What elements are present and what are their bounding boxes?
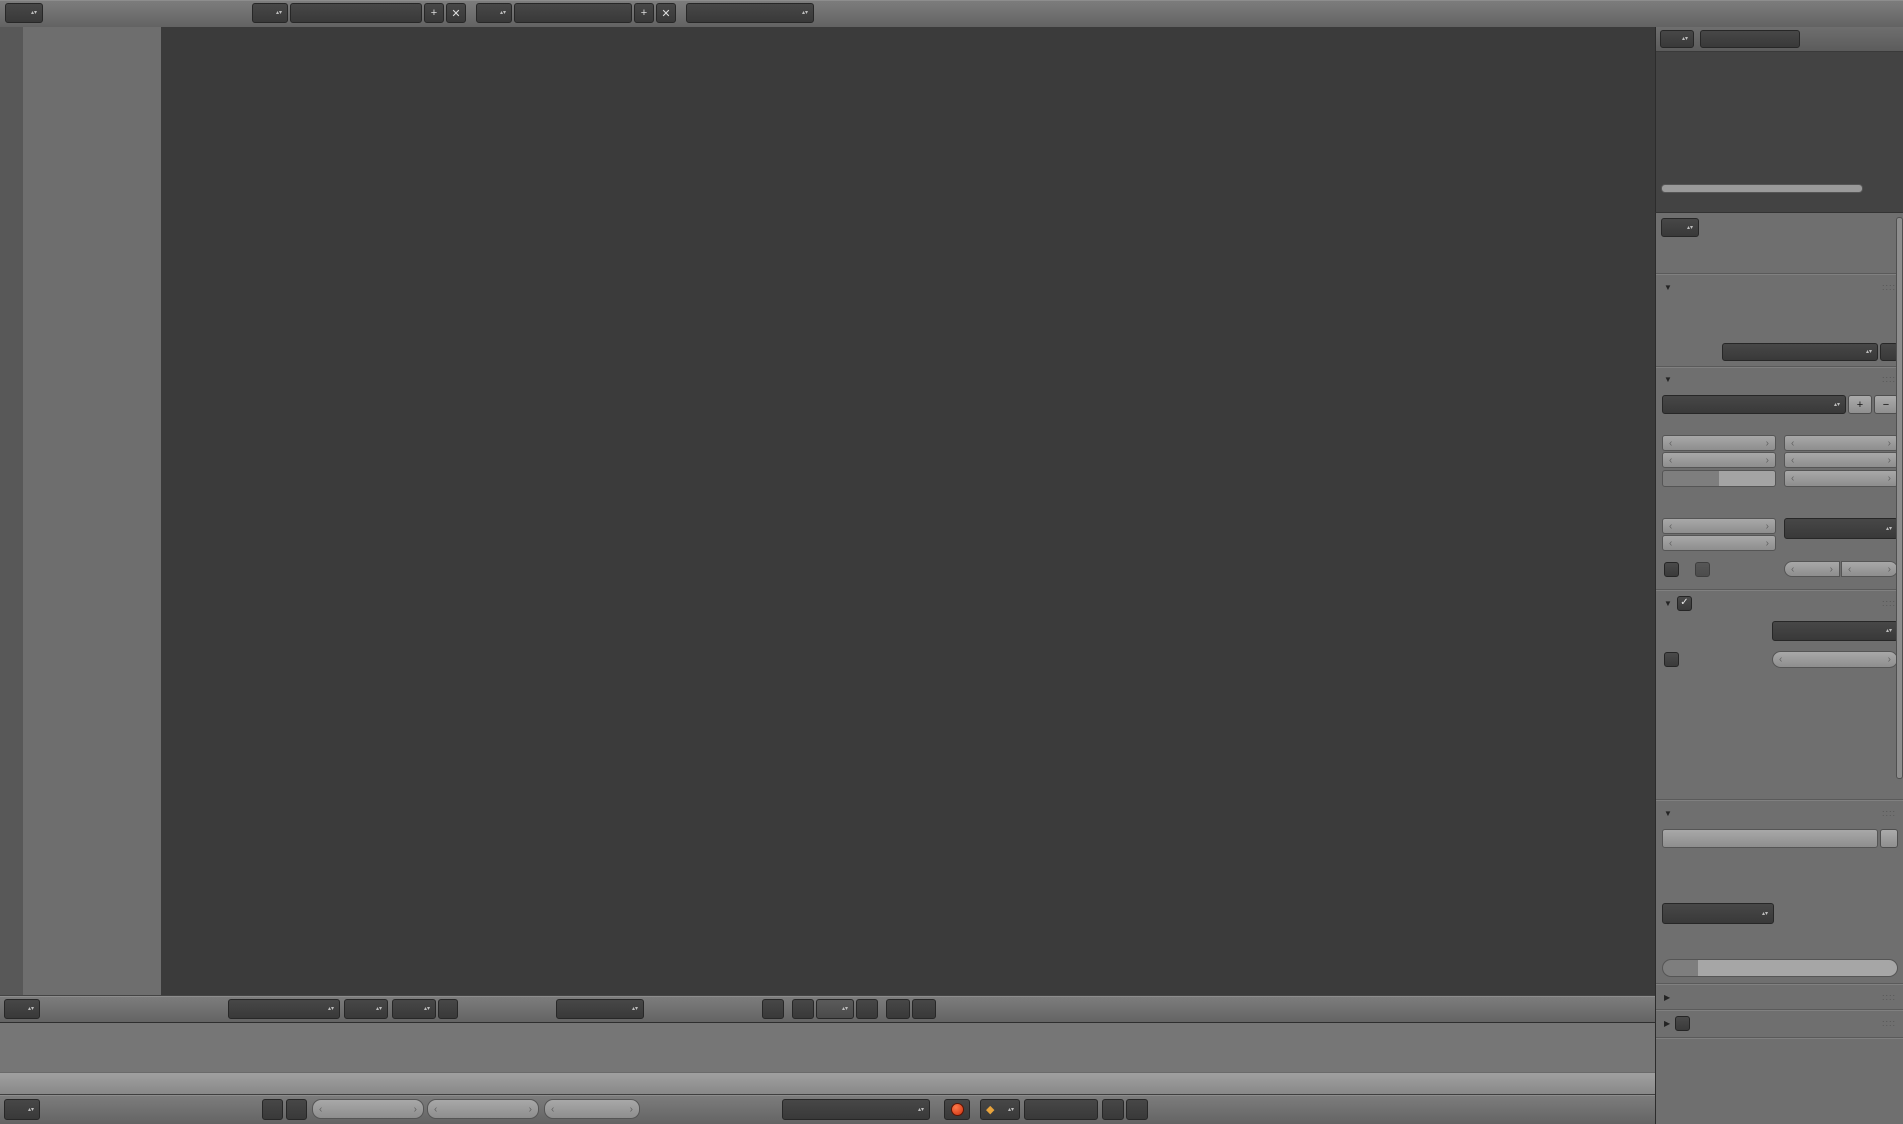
scene-name-field[interactable] [514, 3, 632, 23]
border-crop-row [1664, 561, 1716, 577]
timeline-band[interactable] [0, 1022, 1655, 1073]
screen-layout-field[interactable] [290, 3, 422, 23]
aspect-y-field[interactable]: ‹› [1662, 535, 1776, 551]
info-editor-selector[interactable]: ▴▾ [5, 3, 43, 23]
crop-checkbox[interactable] [1695, 562, 1710, 577]
resolution-x-field[interactable]: ‹› [1662, 435, 1776, 451]
current-frame-field[interactable]: ‹› [544, 1099, 640, 1119]
screen-layout-icon-button[interactable]: ▴▾ [252, 3, 288, 23]
viewport-header: ▴▾ ▴▾ ▴▾ ▴▾ ▴▾ ▴▾ [0, 995, 1655, 1024]
toolshelf-tab-strip [0, 27, 24, 995]
snap-element-select[interactable]: ▴▾ [816, 999, 854, 1019]
shading-select[interactable]: ▴▾ [344, 999, 388, 1019]
panel-header-freestyle[interactable]: ▶ :::: [1664, 1015, 1900, 1031]
border-checkbox[interactable] [1664, 562, 1679, 577]
panel-header-render[interactable]: ▼:::: [1664, 279, 1900, 295]
scene-close-button[interactable]: ✕ [656, 3, 676, 23]
keying-set-type-select[interactable]: ◆▴▾ [980, 1099, 1020, 1120]
breadcrumb [1664, 249, 1679, 267]
start-frame-field[interactable]: ‹› [1784, 435, 1898, 451]
outliner-hscrollbar[interactable] [1661, 184, 1863, 193]
properties-editor: ▴▾ ▼:::: ▴▾ ▼:::: ▴▾ [1655, 212, 1903, 1124]
panel-header-anti-aliasing[interactable]: ▼✓ :::: [1664, 595, 1900, 611]
panel-header-output[interactable]: ▼:::: [1664, 805, 1900, 821]
pivot-align-toggle[interactable] [438, 999, 458, 1019]
keying-set-field[interactable] [1024, 1099, 1098, 1120]
render-presets-select[interactable]: ▴▾ [1662, 395, 1846, 414]
blender-window: ▴▾ ▴▾ + ✕ ▴▾ + ✕ ▴▾ ▴▾ [0, 0, 1903, 1124]
freestyle-checkbox[interactable] [1675, 1016, 1690, 1031]
timeline-ruler[interactable] [0, 1072, 1655, 1095]
timeline-editor-selector[interactable]: ▴▾ [4, 1099, 40, 1120]
full-sample-checkbox[interactable] [1664, 652, 1679, 667]
playback-range-lock-a[interactable] [262, 1099, 283, 1120]
outliner-editor-selector[interactable]: ▴▾ [1660, 30, 1694, 48]
outliner-tree [1656, 53, 1903, 179]
timeline-header: ▴▾ ‹ › ‹ › ‹› ▴▾ ◆▴▾ [0, 1094, 1655, 1124]
outliner-filter-select[interactable] [1700, 30, 1800, 48]
resolution-percent-slider[interactable] [1662, 470, 1776, 487]
pivot-select[interactable]: ▴▾ [392, 999, 436, 1019]
remap-new-field[interactable]: ‹› [1841, 561, 1898, 577]
remap-old-field[interactable]: ‹› [1784, 561, 1840, 577]
mode-select[interactable]: ▴▾ [228, 999, 340, 1019]
render-engine-select[interactable]: ▴▾ [686, 3, 814, 23]
insert-keyframe-button[interactable] [1102, 1099, 1124, 1120]
opengl-animation-button[interactable] [912, 999, 936, 1019]
layout-close-button[interactable]: ✕ [446, 3, 466, 23]
frame-start-field[interactable]: ‹ › [312, 1099, 424, 1119]
output-path-field[interactable] [1662, 829, 1878, 848]
delete-keyframe-button[interactable] [1126, 1099, 1148, 1120]
aa-size-field[interactable]: ‹› [1772, 651, 1898, 668]
panel-header-bake[interactable]: ▶:::: [1664, 989, 1900, 1005]
snap-target-button[interactable] [856, 999, 878, 1019]
frame-step-field[interactable]: ‹› [1784, 470, 1898, 487]
preset-remove-button[interactable]: − [1874, 395, 1898, 414]
format-select[interactable]: ▴▾ [1662, 903, 1774, 924]
viewport-3d[interactable] [161, 27, 1655, 995]
snap-toggle[interactable] [792, 999, 814, 1019]
tool-shelf [23, 27, 162, 995]
scene-icon-button[interactable]: ▴▾ [476, 3, 512, 23]
top-info-bar: ▴▾ ▴▾ + ✕ ▴▾ + ✕ ▴▾ [0, 0, 1903, 28]
end-frame-field[interactable]: ‹› [1784, 452, 1898, 468]
playback-range-lock-b[interactable] [286, 1099, 307, 1120]
lock-to-scene-toggle[interactable] [762, 999, 784, 1019]
keyframe-diamond-icon: ◆ [986, 1103, 994, 1116]
viewport-editor-selector[interactable]: ▴▾ [4, 999, 40, 1019]
outliner: ▴▾ [1655, 27, 1903, 212]
display-select[interactable]: ▴▾ [1722, 343, 1878, 361]
aa-checkbox[interactable]: ✓ [1677, 596, 1692, 611]
fps-select[interactable]: ▴▾ [1784, 518, 1898, 539]
preset-add-button[interactable]: + [1848, 395, 1872, 414]
opengl-render-button[interactable] [886, 999, 910, 1019]
record-icon [951, 1103, 964, 1116]
properties-scrollbar[interactable] [1896, 217, 1903, 779]
aa-filter-select[interactable]: ▴▾ [1772, 621, 1898, 641]
scene-add-button[interactable]: + [634, 3, 654, 23]
viewport-scene-canvas[interactable] [161, 27, 1655, 995]
panel-header-dimensions[interactable]: ▼:::: [1664, 371, 1900, 387]
orientation-select[interactable]: ▴▾ [556, 999, 644, 1019]
compression-slider[interactable] [1662, 959, 1898, 977]
full-sample-row [1664, 651, 1686, 668]
layout-add-button[interactable]: + [424, 3, 444, 23]
sync-select[interactable]: ▴▾ [782, 1099, 930, 1120]
output-browse-button[interactable] [1880, 829, 1898, 848]
aspect-x-field[interactable]: ‹› [1662, 518, 1776, 534]
resolution-y-field[interactable]: ‹› [1662, 452, 1776, 468]
frame-end-field[interactable]: ‹ › [427, 1099, 539, 1119]
properties-editor-selector[interactable]: ▴▾ [1661, 218, 1699, 237]
render-buttons-row [1662, 307, 1898, 328]
record-button[interactable] [944, 1099, 970, 1120]
display-row: ▴▾ [1664, 343, 1898, 361]
